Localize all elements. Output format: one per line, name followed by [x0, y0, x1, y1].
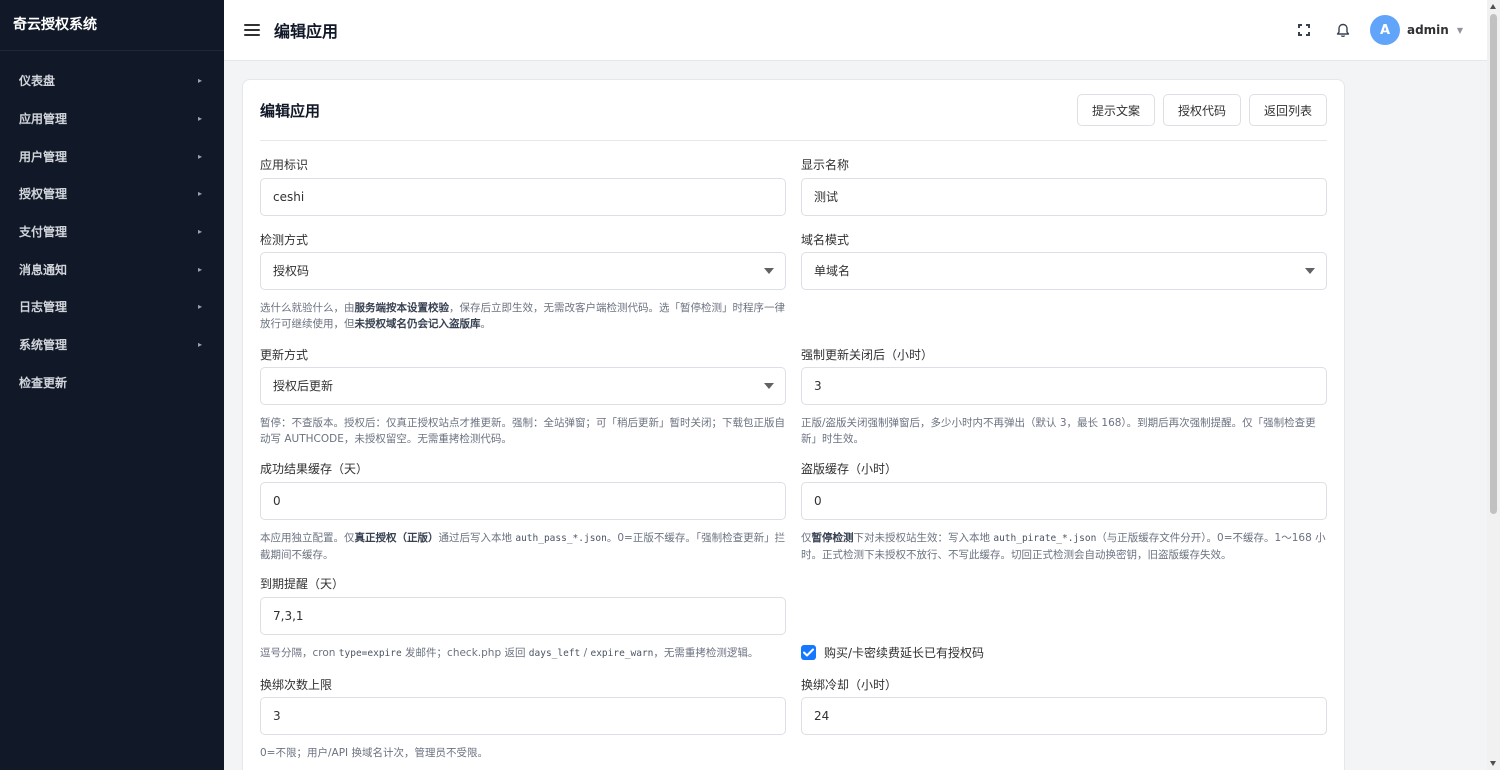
detect-mode-value: 授权码 [273, 264, 310, 278]
sidebar-item-label: 应用管理 [19, 112, 68, 127]
detect-mode-select[interactable]: 授权码 [260, 252, 786, 290]
scrollbar-thumb[interactable] [1490, 14, 1497, 514]
app-id-label: 应用标识 [260, 158, 309, 172]
sidebar-item-dashboard[interactable]: 仪表盘 ▸ [0, 62, 224, 100]
username[interactable]: admin [1407, 23, 1449, 37]
prompt-text-button[interactable]: 提示文案 [1076, 94, 1155, 126]
sidebar-item-notifications[interactable]: 消息通知 ▸ [0, 250, 224, 288]
bell-icon[interactable] [1336, 23, 1350, 38]
expire-remind-help: 逗号分隔，cron type=expire 发邮件；check.php 返回 d… [260, 647, 759, 659]
sidebar: 奇云授权系统 仪表盘 ▸ 应用管理 ▸ 用户管理 ▸ 授权管理 ▸ 支付管理 ▸… [0, 0, 224, 770]
card-header: 编辑应用 提示文案 授权代码 返回列表 [260, 80, 1327, 141]
detect-mode-help: 选什么就验什么，由服务端按本设置校验，保存后立即生效，无需改客户端检测代码。选「… [260, 302, 785, 330]
chevron-right-icon: ▸ [197, 114, 202, 124]
rebind-limit-label: 换绑次数上限 [260, 678, 333, 692]
domain-mode-label: 域名模式 [801, 233, 850, 247]
page-scrollbar[interactable] [1487, 0, 1500, 770]
sidebar-item-system-management[interactable]: 系统管理 ▸ [0, 326, 224, 364]
chevron-right-icon: ▸ [197, 264, 202, 274]
sidebar-item-label: 用户管理 [19, 149, 68, 164]
chevron-right-icon: ▸ [197, 340, 202, 350]
menu-toggle-icon[interactable] [244, 24, 260, 36]
sidebar-item-label: 检查更新 [19, 375, 68, 390]
force-close-hours-help: 正版/盗版关闭强制弹窗后，多少小时内不再弹出（默认 3，最长 168）。到期后再… [801, 417, 1316, 445]
update-mode-label: 更新方式 [260, 348, 309, 362]
sidebar-item-user-management[interactable]: 用户管理 ▸ [0, 137, 224, 175]
card-title: 编辑应用 [260, 101, 321, 120]
chevron-right-icon: ▸ [197, 189, 202, 199]
top-header: 编辑应用 A admin ▼ [224, 0, 1487, 61]
success-cache-label: 成功结果缓存（天） [260, 462, 369, 476]
pirate-cache-help: 仅暂停检测下对未授权站生效：写入本地 auth_pirate_*.json（与正… [801, 532, 1326, 561]
rebind-cooldown-label: 换绑冷却（小时） [801, 678, 898, 692]
sidebar-item-check-update[interactable]: 检查更新 [0, 364, 224, 402]
sidebar-item-label: 授权管理 [19, 187, 68, 202]
chevron-right-icon: ▸ [197, 151, 202, 161]
pirate-cache-label: 盗版缓存（小时） [801, 462, 898, 476]
extend-license-checkbox[interactable]: 购买/卡密续费延长已有授权码 [801, 644, 984, 661]
force-close-hours-label: 强制更新关闭后（小时） [801, 348, 934, 362]
app-id-input[interactable]: ceshi [260, 178, 786, 216]
extend-license-label: 购买/卡密续费延长已有授权码 [824, 646, 985, 660]
domain-mode-select[interactable]: 单域名 [801, 252, 1327, 290]
sidebar-item-payment-management[interactable]: 支付管理 ▸ [0, 213, 224, 251]
update-mode-value: 授权后更新 [273, 379, 334, 393]
success-cache-input[interactable]: 0 [260, 482, 786, 520]
rebind-limit-help: 0=不限；用户/API 换域名计次，管理员不受限。 [260, 747, 488, 759]
success-cache-help: 本应用独立配置。仅真正授权（正版）通过后写入本地 auth_pass_*.jso… [260, 532, 786, 561]
force-close-hours-input[interactable]: 3 [801, 367, 1327, 405]
update-mode-help: 暂停：不查版本。授权后：仅真正授权站点才推更新。强制：全站弹窗；可「稍后更新」暂… [260, 417, 785, 445]
auth-code-button[interactable]: 授权代码 [1162, 94, 1241, 126]
sidebar-item-app-management[interactable]: 应用管理 ▸ [0, 100, 224, 138]
display-name-label: 显示名称 [801, 158, 850, 172]
avatar[interactable]: A [1369, 15, 1400, 45]
update-mode-select[interactable]: 授权后更新 [260, 367, 786, 405]
back-to-list-button[interactable]: 返回列表 [1248, 94, 1327, 126]
sidebar-item-label: 消息通知 [19, 262, 68, 277]
sidebar-item-label: 支付管理 [19, 225, 68, 240]
chevron-right-icon: ▸ [197, 227, 202, 237]
caret-down-icon [764, 383, 774, 389]
sidebar-menu: 仪表盘 ▸ 应用管理 ▸ 用户管理 ▸ 授权管理 ▸ 支付管理 ▸ 消息通知 ▸… [0, 51, 224, 401]
sidebar-item-license-management[interactable]: 授权管理 ▸ [0, 175, 224, 213]
brand-title: 奇云授权系统 [0, 0, 224, 51]
checkbox-checked-icon[interactable] [801, 645, 816, 660]
display-name-input[interactable]: 测试 [801, 178, 1327, 216]
domain-mode-value: 单域名 [814, 264, 851, 278]
sidebar-item-label: 仪表盘 [19, 74, 56, 89]
expire-remind-input[interactable]: 7,3,1 [260, 597, 786, 635]
fullscreen-icon[interactable] [1297, 24, 1310, 36]
chevron-right-icon: ▸ [197, 302, 202, 312]
chevron-down-icon[interactable]: ▼ [1457, 26, 1463, 35]
edit-app-card: 编辑应用 提示文案 授权代码 返回列表 应用标识 ceshi 显示名称 测试 检… [242, 79, 1345, 770]
pirate-cache-input[interactable]: 0 [801, 482, 1327, 520]
header-actions: A admin ▼ [1297, 15, 1463, 45]
sidebar-item-label: 日志管理 [19, 300, 68, 315]
rebind-cooldown-input[interactable]: 24 [801, 697, 1327, 735]
sidebar-item-label: 系统管理 [19, 338, 68, 353]
scroll-up-icon[interactable] [1490, 4, 1496, 9]
caret-down-icon [764, 268, 774, 274]
rebind-limit-input[interactable]: 3 [260, 697, 786, 735]
chevron-right-icon: ▸ [197, 76, 202, 86]
expire-remind-label: 到期提醒（天） [260, 577, 345, 591]
sidebar-item-logs[interactable]: 日志管理 ▸ [0, 288, 224, 326]
scroll-down-icon[interactable] [1490, 761, 1496, 766]
detect-mode-label: 检测方式 [260, 233, 309, 247]
card-actions: 提示文案 授权代码 返回列表 [1069, 94, 1327, 126]
caret-down-icon [1305, 268, 1315, 274]
page-title: 编辑应用 [274, 22, 339, 41]
